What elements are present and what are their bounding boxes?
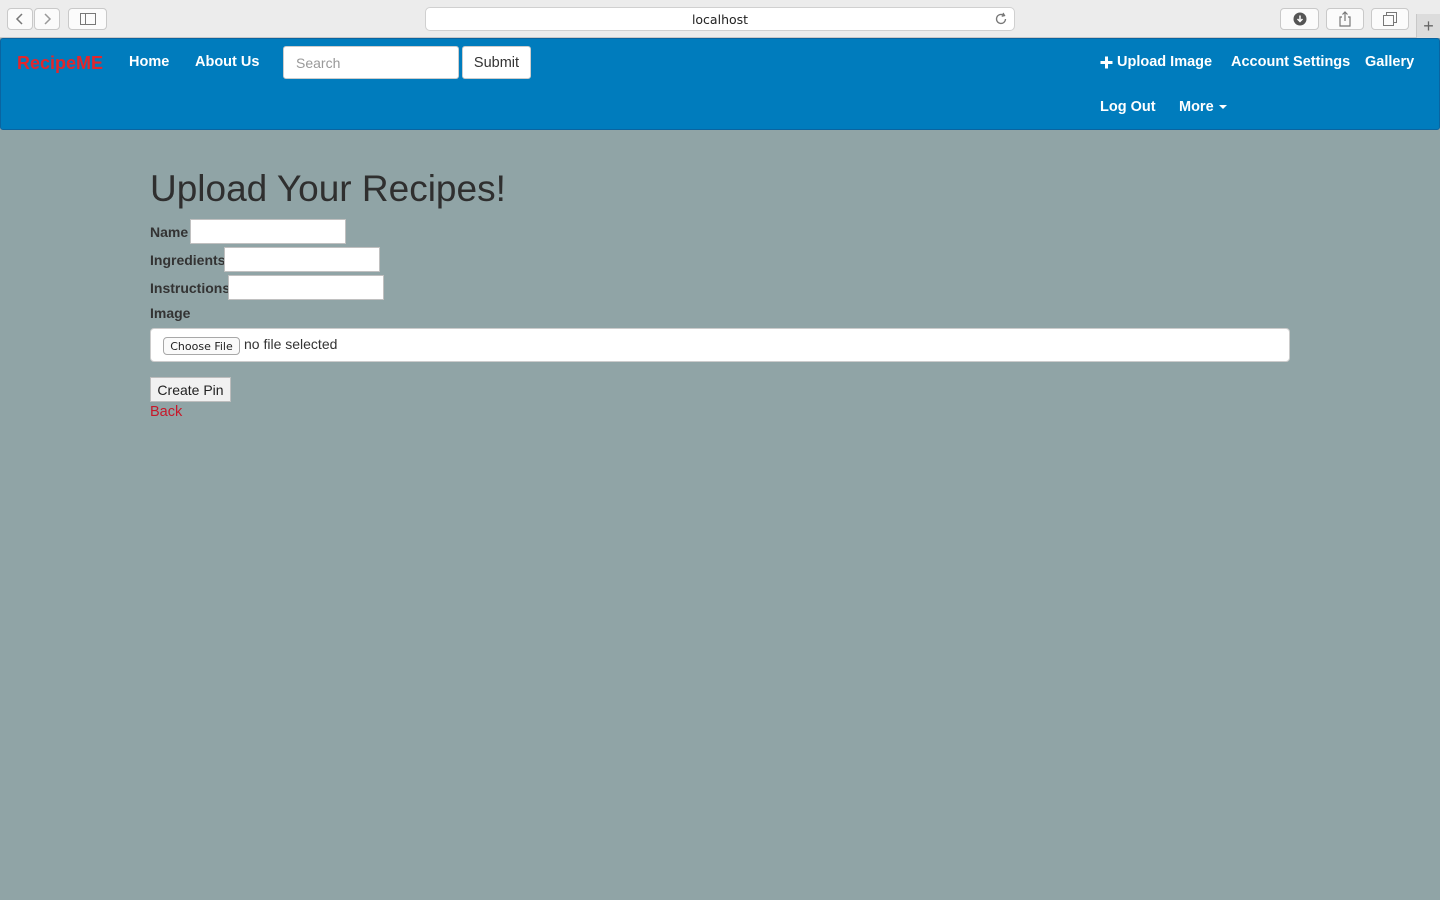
plus-icon xyxy=(1100,56,1113,68)
chevron-right-icon xyxy=(44,13,52,25)
create-pin-button[interactable]: Create Pin xyxy=(150,377,231,402)
sidebar-toggle-button[interactable] xyxy=(68,8,107,30)
upload-image-label: Upload Image xyxy=(1117,54,1213,70)
downloads-button[interactable] xyxy=(1280,8,1319,30)
share-icon xyxy=(1339,11,1351,27)
tabs-icon xyxy=(1383,12,1397,26)
share-button[interactable] xyxy=(1326,8,1364,30)
nav-link-gallery[interactable]: Gallery xyxy=(1365,54,1414,70)
sidebar-icon xyxy=(79,13,96,25)
site-navbar: RecipeME Home About Us Submit Upload Ima… xyxy=(0,38,1440,130)
page-title: Upload Your Recipes! xyxy=(150,168,506,209)
nav-link-about[interactable]: About Us xyxy=(195,54,259,70)
more-label: More xyxy=(1179,99,1214,115)
caret-down-icon xyxy=(1218,105,1227,110)
tabs-overview-button[interactable] xyxy=(1371,8,1409,30)
nav-link-account-settings[interactable]: Account Settings xyxy=(1231,54,1350,70)
instructions-field[interactable] xyxy=(228,275,384,300)
address-bar[interactable]: localhost xyxy=(425,7,1015,31)
name-field[interactable] xyxy=(190,219,346,244)
image-label: Image xyxy=(150,305,191,321)
url-text: localhost xyxy=(691,11,749,27)
ingredients-field[interactable] xyxy=(224,247,380,272)
ingredients-label: Ingredients xyxy=(150,252,226,268)
chevron-left-icon xyxy=(15,13,23,25)
back-link[interactable]: Back xyxy=(150,404,182,420)
browser-back-button[interactable] xyxy=(7,8,33,30)
name-label: Name xyxy=(150,224,189,240)
image-file-input[interactable]: Choose File no file selected xyxy=(150,328,1290,362)
instructions-label: Instructions xyxy=(150,280,231,296)
browser-forward-button[interactable] xyxy=(34,8,60,30)
reload-icon[interactable] xyxy=(994,12,1008,29)
plus-icon: + xyxy=(1423,15,1434,36)
choose-file-button[interactable]: Choose File xyxy=(163,337,240,355)
nav-link-upload-image[interactable]: Upload Image xyxy=(1100,54,1212,70)
file-status-text: no file selected xyxy=(244,336,338,352)
brand-logo[interactable]: RecipeME xyxy=(17,53,103,74)
search-input[interactable] xyxy=(283,46,459,79)
nav-link-home[interactable]: Home xyxy=(129,54,169,70)
download-icon xyxy=(1293,12,1306,26)
new-tab-button[interactable]: + xyxy=(1416,14,1440,38)
browser-toolbar: localhost + xyxy=(0,0,1440,38)
more-dropdown[interactable]: More xyxy=(1179,99,1227,115)
nav-link-log-out[interactable]: Log Out xyxy=(1100,99,1156,115)
search-submit-button[interactable]: Submit xyxy=(462,46,531,79)
